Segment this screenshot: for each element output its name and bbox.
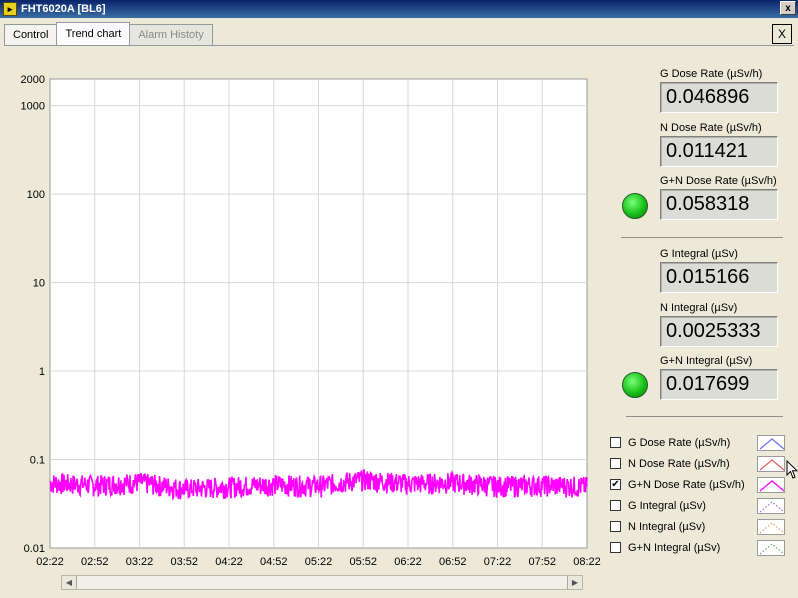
trend-chart-svg: 2000 1000 100 10 1 0.1 0.0102:22 02:52 03:22 03:5… bbox=[21, 74, 601, 568]
x-tick-label: 07:22 bbox=[484, 556, 512, 568]
indicator-label: G Integral (µSv) bbox=[660, 248, 738, 260]
indicator-value: 0.015166 bbox=[660, 262, 778, 293]
gn-dose-rate-indicator: G+N Dose Rate (µSv/h) 0.058318 bbox=[660, 175, 780, 220]
x-tick-label: 04:52 bbox=[260, 556, 288, 568]
tab-alarm-history[interactable]: Alarm Histoty bbox=[129, 24, 213, 45]
indicator-divider bbox=[621, 237, 783, 238]
legend-divider bbox=[626, 416, 783, 417]
y-tick-label: 1000 bbox=[21, 101, 45, 113]
x-tick-label: 06:52 bbox=[439, 556, 467, 568]
series-point bbox=[139, 481, 140, 483]
legend-checkbox[interactable] bbox=[610, 542, 621, 553]
y-tick-label: 100 bbox=[27, 189, 45, 201]
indicator-value: 0.017699 bbox=[660, 369, 778, 400]
dose-rate-status-led-icon bbox=[622, 193, 648, 219]
series-point bbox=[318, 484, 319, 486]
window-title: FHT6020A [BL6] bbox=[21, 3, 106, 15]
x-tick-label: 02:22 bbox=[36, 556, 64, 568]
x-tick-label: 03:22 bbox=[126, 556, 154, 568]
series-point bbox=[49, 481, 51, 483]
n-integral-indicator: N Integral (µSv) 0.0025333 bbox=[660, 302, 780, 347]
legend-checkbox[interactable] bbox=[610, 521, 621, 532]
x-tick-label: 02:52 bbox=[81, 556, 109, 568]
legend-label: G+N Integral (µSv) bbox=[628, 541, 721, 554]
series-point bbox=[183, 488, 185, 490]
scroll-right-icon[interactable]: ▶ bbox=[567, 576, 582, 589]
tab-bar: Control Trend chart Alarm Histoty bbox=[4, 22, 213, 45]
x-tick-label: 04:22 bbox=[215, 556, 243, 568]
legend-label: G+N Dose Rate (µSv/h) bbox=[628, 478, 745, 491]
indicator-value: 0.058318 bbox=[660, 189, 778, 220]
tab-control[interactable]: Control bbox=[4, 24, 58, 45]
series-point bbox=[497, 484, 498, 486]
integral-status-led-icon bbox=[622, 372, 648, 398]
window-close-button[interactable]: x bbox=[780, 1, 796, 15]
legend-label: G Integral (µSv) bbox=[628, 499, 706, 512]
indicator-value: 0.0025333 bbox=[660, 316, 778, 347]
legend-line-swatch-icon[interactable] bbox=[757, 434, 785, 451]
tab-divider bbox=[4, 45, 794, 46]
y-tick-label: 0.01 bbox=[24, 543, 45, 555]
series-point bbox=[541, 484, 543, 486]
legend-checkbox[interactable] bbox=[610, 458, 621, 469]
series-point bbox=[362, 478, 364, 480]
legend-item[interactable]: N Integral (µSv) bbox=[610, 516, 790, 537]
g-dose-rate-indicator: G Dose Rate (µSv/h) 0.046896 bbox=[660, 68, 780, 113]
tab-trend-chart[interactable]: Trend chart bbox=[56, 22, 131, 45]
indicator-label: G+N Dose Rate (µSv/h) bbox=[660, 175, 777, 187]
x-tick-label: 06:22 bbox=[394, 556, 422, 568]
indicator-label: N Integral (µSv) bbox=[660, 302, 738, 314]
indicator-value: 0.011421 bbox=[660, 136, 778, 167]
x-tick-label: 03:52 bbox=[170, 556, 198, 568]
legend-item[interactable]: G Dose Rate (µSv/h) bbox=[610, 432, 790, 453]
n-dose-rate-indicator: N Dose Rate (µSv/h) 0.011421 bbox=[660, 122, 780, 167]
x-tick-label: 05:52 bbox=[349, 556, 377, 568]
indicator-value: 0.046896 bbox=[660, 82, 778, 113]
y-tick-label: 1 bbox=[39, 366, 45, 378]
series-point bbox=[586, 485, 588, 487]
series-point bbox=[452, 481, 454, 483]
legend-line-swatch-icon[interactable] bbox=[757, 539, 785, 556]
series-point bbox=[94, 484, 96, 486]
legend-label: N Integral (µSv) bbox=[628, 520, 706, 533]
indicator-label: N Dose Rate (µSv/h) bbox=[660, 122, 762, 134]
legend-item[interactable]: ✔ G+N Dose Rate (µSv/h) bbox=[610, 474, 790, 495]
legend-item[interactable]: G+N Integral (µSv) bbox=[610, 537, 790, 558]
panel-close-button[interactable]: X bbox=[772, 24, 792, 44]
legend-line-swatch-icon[interactable] bbox=[757, 455, 785, 472]
window-titlebar: ▸ FHT6020A [BL6] x bbox=[0, 0, 798, 18]
indicator-label: G Dose Rate (µSv/h) bbox=[660, 68, 763, 80]
g-integral-indicator: G Integral (µSv) 0.015166 bbox=[660, 248, 780, 293]
legend-checkbox[interactable] bbox=[610, 500, 621, 511]
x-tick-label: 05:22 bbox=[305, 556, 333, 568]
legend-label: G Dose Rate (µSv/h) bbox=[628, 436, 731, 449]
y-tick-label: 2000 bbox=[21, 74, 45, 86]
trend-chart: 2000 1000 100 10 1 0.1 0.01 02:22 02:52 03:22 03:5… bbox=[0, 50, 610, 595]
legend-line-swatch-icon[interactable] bbox=[757, 476, 785, 493]
mouse-cursor-icon bbox=[786, 460, 798, 479]
scroll-left-icon[interactable]: ◀ bbox=[62, 576, 77, 589]
indicator-label: G+N Integral (µSv) bbox=[660, 355, 753, 367]
series-point bbox=[407, 482, 409, 484]
chart-horizontal-scrollbar[interactable]: ◀ ▶ bbox=[61, 575, 583, 590]
legend-label: N Dose Rate (µSv/h) bbox=[628, 457, 730, 470]
legend-line-swatch-icon[interactable] bbox=[757, 518, 785, 535]
legend-checkbox[interactable] bbox=[610, 437, 621, 448]
legend-item[interactable]: N Dose Rate (µSv/h) bbox=[610, 453, 790, 474]
y-tick-label: 10 bbox=[33, 278, 45, 290]
gn-integral-indicator: G+N Integral (µSv) 0.017699 bbox=[660, 355, 780, 400]
y-tick-label: 0.1 bbox=[30, 455, 45, 467]
legend-line-swatch-icon[interactable] bbox=[757, 497, 785, 514]
x-tick-label: 08:22 bbox=[573, 556, 601, 568]
legend-item[interactable]: G Integral (µSv) bbox=[610, 495, 790, 516]
series-point bbox=[228, 485, 230, 487]
labview-app-icon: ▸ bbox=[3, 2, 17, 16]
x-tick-label: 07:52 bbox=[528, 556, 556, 568]
series-point bbox=[273, 483, 275, 485]
legend-checkbox[interactable]: ✔ bbox=[610, 479, 621, 490]
